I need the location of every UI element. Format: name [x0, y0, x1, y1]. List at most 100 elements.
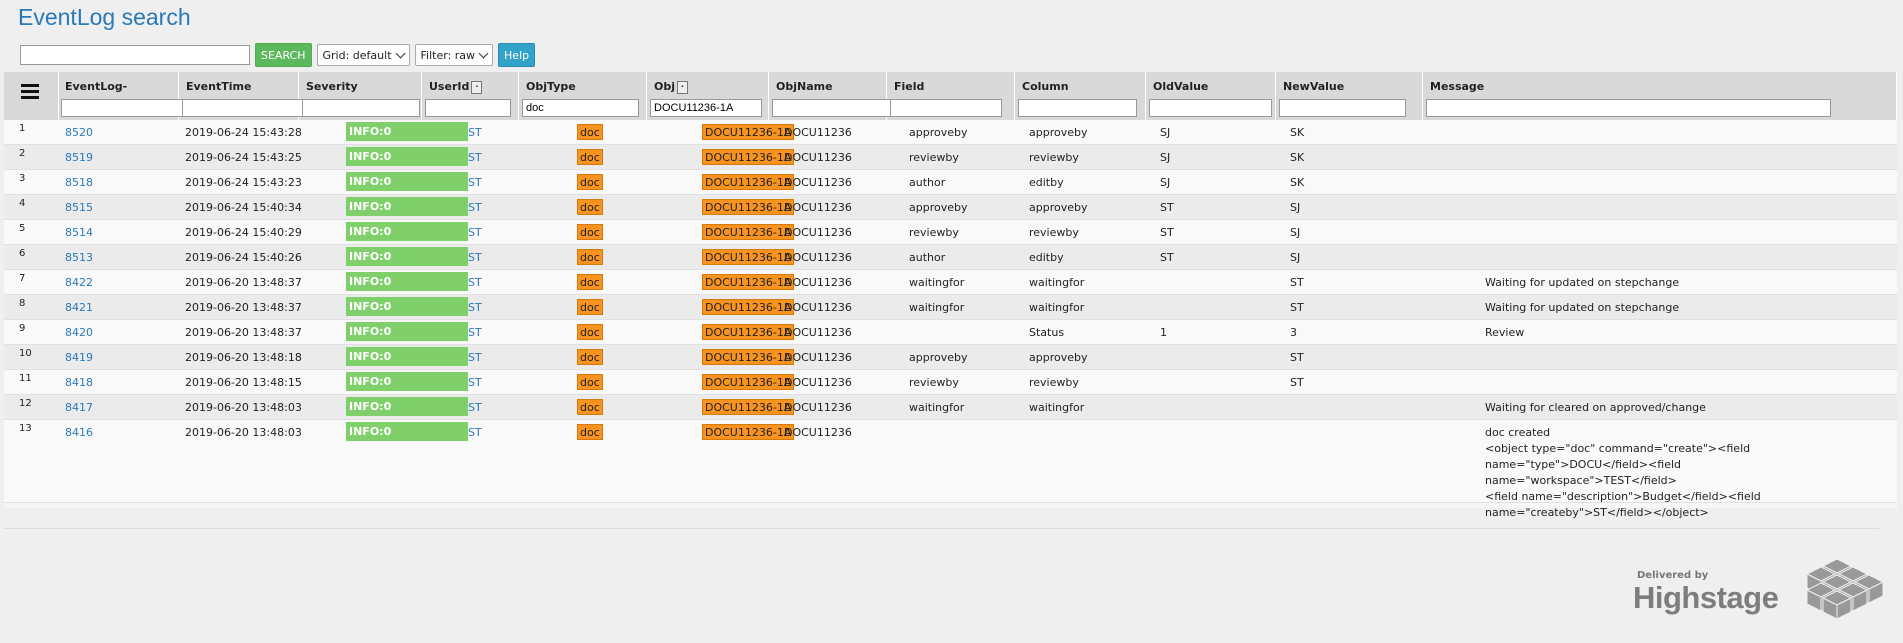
table-row[interactable]: 8 8421 2019-06-20 13:48:37 INFO:0 ST doc DOCU1…: [4, 295, 1897, 320]
menu-icon[interactable]: [21, 84, 39, 100]
eventlog-link[interactable]: 8421: [65, 301, 93, 314]
column-label[interactable]: ObjName: [776, 80, 833, 93]
column-filter-eventlog[interactable]: [61, 99, 191, 117]
column-label[interactable]: NewValue: [1283, 80, 1344, 93]
column-filter-severity[interactable]: [302, 99, 420, 117]
column-header-objname[interactable]: ObjName: [769, 72, 905, 120]
table-row[interactable]: 13 8416 2019-06-20 13:48:03 INFO:0 ST doc DOCU…: [4, 420, 1897, 519]
userid-link[interactable]: ST: [468, 201, 482, 214]
table-row[interactable]: 10 8419 2019-06-20 13:48:18 INFO:0 ST doc DOCU…: [4, 345, 1897, 370]
search-input[interactable]: [20, 45, 250, 65]
column-label[interactable]: Obj.: [654, 80, 688, 94]
search-button[interactable]: SEARCH: [255, 43, 312, 67]
cell-newvalue: ST: [1290, 301, 1304, 314]
column-label[interactable]: UserId.: [429, 80, 483, 94]
column-header-oldvalue[interactable]: OldValue: [1146, 72, 1276, 120]
row-number: 9: [19, 323, 26, 334]
message-line: <field name="description">Budget</field>…: [1485, 490, 1761, 503]
userid-link[interactable]: ST: [468, 151, 482, 164]
column-filter-message[interactable]: [1426, 99, 1831, 117]
column-filter-objname[interactable]: [772, 99, 905, 117]
column-filter-field[interactable]: [890, 99, 1002, 117]
eventlog-link[interactable]: 8513: [65, 251, 93, 264]
column-header-message[interactable]: Message: [1423, 72, 1897, 120]
userid-link[interactable]: ST: [468, 401, 482, 414]
userid-link[interactable]: ST: [468, 326, 482, 339]
column-header-field[interactable]: Field: [887, 72, 1015, 120]
column-label[interactable]: EventLog-: [65, 80, 127, 93]
objtype-badge: doc: [577, 299, 603, 315]
column-label-text: EventTime: [186, 80, 252, 93]
eventlog-link[interactable]: 8520: [65, 126, 93, 139]
table-row[interactable]: 1 8520 2019-06-24 15:43:28 INFO:0 ST doc DOCU1…: [4, 120, 1897, 145]
userid-link[interactable]: ST: [468, 276, 482, 289]
eventlog-link[interactable]: 8519: [65, 151, 93, 164]
column-label[interactable]: ObjType: [526, 80, 576, 93]
column-header-userid[interactable]: UserId.: [422, 72, 519, 120]
column-header-severity[interactable]: Severity: [299, 72, 422, 120]
cell-objname: DOCU11236: [784, 151, 852, 164]
obj-badge: DOCU11236-1A: [702, 274, 795, 290]
table-row[interactable]: 4 8515 2019-06-24 15:40:34 INFO:0 ST doc DOCU1…: [4, 195, 1897, 220]
eventlog-link[interactable]: 8418: [65, 376, 93, 389]
column-label[interactable]: EventTime: [186, 80, 251, 93]
column-filter-eventtime[interactable]: [182, 99, 315, 117]
userid-link[interactable]: ST: [468, 376, 482, 389]
table-row[interactable]: 5 8514 2019-06-24 15:40:29 INFO:0 ST doc DOCU1…: [4, 220, 1897, 245]
obj-badge: DOCU11236-1A: [702, 399, 795, 415]
cell-objname: DOCU11236: [784, 126, 852, 139]
column-header-column[interactable]: Column: [1015, 72, 1146, 120]
table-row[interactable]: 6 8513 2019-06-24 15:40:26 INFO:0 ST doc DOCU1…: [4, 245, 1897, 270]
column-label[interactable]: Field: [894, 80, 924, 93]
column-filter-userid[interactable]: [425, 99, 511, 117]
column-options-icon[interactable]: .: [471, 80, 483, 94]
userid-link[interactable]: ST: [468, 126, 482, 139]
column-label[interactable]: Column: [1022, 80, 1069, 93]
column-options-icon[interactable]: .: [677, 80, 688, 94]
column-filter-objtype[interactable]: [522, 99, 639, 117]
filter-select[interactable]: Filter: raw: [414, 44, 494, 66]
eventlog-link[interactable]: 8420: [65, 326, 93, 339]
eventlog-link[interactable]: 8422: [65, 276, 93, 289]
userid-link[interactable]: ST: [468, 351, 482, 364]
eventlog-link[interactable]: 8518: [65, 176, 93, 189]
help-button[interactable]: Help: [498, 43, 536, 67]
table-row[interactable]: 9 8420 2019-06-20 13:48:37 INFO:0 ST doc DOCU1…: [4, 320, 1897, 345]
userid-link[interactable]: ST: [468, 226, 482, 239]
column-filter-column[interactable]: [1018, 99, 1137, 117]
column-header-obj[interactable]: Obj.: [647, 72, 769, 120]
grid-select[interactable]: Grid: default: [316, 44, 410, 66]
eventlog-link[interactable]: 8514: [65, 226, 93, 239]
divider: [4, 528, 1879, 529]
eventlog-link[interactable]: 8417: [65, 401, 93, 414]
column-label-text: Severity: [306, 80, 358, 93]
column-filter-newvalue[interactable]: [1279, 99, 1406, 117]
column-label[interactable]: Severity: [306, 80, 358, 93]
column-filter-obj[interactable]: [650, 99, 762, 117]
table-row[interactable]: 7 8422 2019-06-20 13:48:37 INFO:0 ST doc DOCU1…: [4, 270, 1897, 295]
cell-oldvalue: ST: [1160, 251, 1174, 264]
table-row[interactable]: 2 8519 2019-06-24 15:43:25 INFO:0 ST doc DOCU1…: [4, 145, 1897, 170]
filter-select-value: Filter: raw: [420, 48, 476, 62]
column-header-eventtime[interactable]: EventTime: [179, 72, 315, 120]
cell-newvalue: ST: [1290, 276, 1304, 289]
column-label[interactable]: Message: [1430, 80, 1484, 93]
table-row[interactable]: 3 8518 2019-06-24 15:43:23 INFO:0 ST doc DOCU1…: [4, 170, 1897, 195]
obj-badge: DOCU11236-1A: [702, 424, 795, 440]
column-header-eventlog[interactable]: EventLog-: [58, 72, 191, 120]
userid-link[interactable]: ST: [468, 251, 482, 264]
table-row[interactable]: 12 8417 2019-06-20 13:48:03 INFO:0 ST doc DOCU…: [4, 395, 1897, 420]
eventlog-link[interactable]: 8515: [65, 201, 93, 214]
column-header-objtype[interactable]: ObjType: [519, 72, 647, 120]
grid-menu[interactable]: [4, 72, 59, 120]
column-header-newvalue[interactable]: NewValue: [1276, 72, 1423, 120]
eventlog-link[interactable]: 8419: [65, 351, 93, 364]
row-number: 2: [19, 148, 26, 159]
userid-link[interactable]: ST: [468, 176, 482, 189]
eventlog-link[interactable]: 8416: [65, 426, 93, 439]
column-filter-oldvalue[interactable]: [1149, 99, 1272, 117]
userid-link[interactable]: ST: [468, 426, 482, 439]
table-row[interactable]: 11 8418 2019-06-20 13:48:15 INFO:0 ST doc DOCU…: [4, 370, 1897, 395]
column-label[interactable]: OldValue: [1153, 80, 1208, 93]
userid-link[interactable]: ST: [468, 301, 482, 314]
